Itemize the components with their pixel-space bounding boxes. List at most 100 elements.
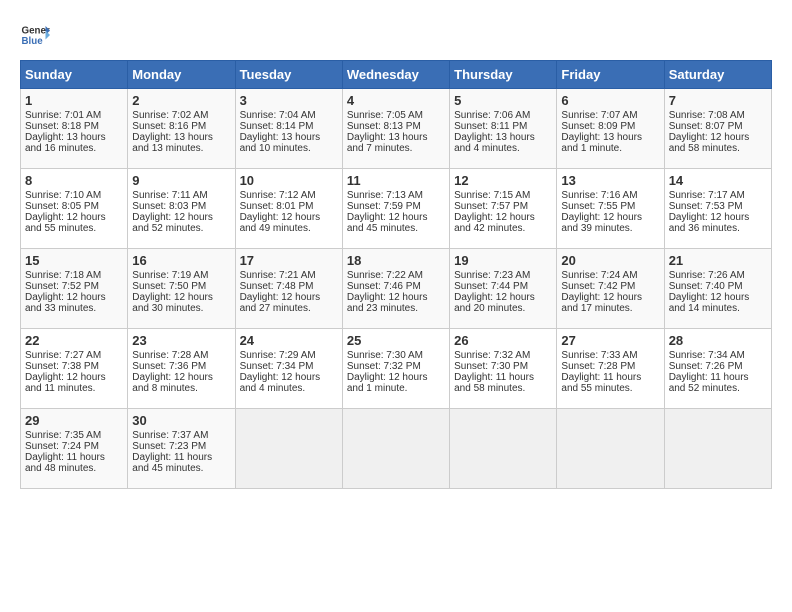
day-number: 25 xyxy=(347,333,445,348)
sunset: Sunset: 7:34 PM xyxy=(240,361,314,372)
day-number: 8 xyxy=(25,173,123,188)
calendar-cell xyxy=(664,409,771,489)
calendar-week-3: 15Sunrise: 7:18 AMSunset: 7:52 PMDayligh… xyxy=(21,249,772,329)
calendar-cell: 27Sunrise: 7:33 AMSunset: 7:28 PMDayligh… xyxy=(557,329,664,409)
calendar-cell: 6Sunrise: 7:07 AMSunset: 8:09 PMDaylight… xyxy=(557,89,664,169)
day-number: 16 xyxy=(132,253,230,268)
sunrise: Sunrise: 7:27 AM xyxy=(25,350,101,361)
sunrise: Sunrise: 7:16 AM xyxy=(561,190,637,201)
sunset: Sunset: 7:36 PM xyxy=(132,361,206,372)
day-number: 26 xyxy=(454,333,552,348)
day-number: 30 xyxy=(132,413,230,428)
day-number: 27 xyxy=(561,333,659,348)
sunset: Sunset: 8:05 PM xyxy=(25,201,99,212)
daylight-label: Daylight: 13 hours and 10 minutes. xyxy=(240,132,321,154)
day-number: 20 xyxy=(561,253,659,268)
sunset: Sunset: 8:03 PM xyxy=(132,201,206,212)
sunrise: Sunrise: 7:08 AM xyxy=(669,110,745,121)
calendar-cell: 1Sunrise: 7:01 AMSunset: 8:18 PMDaylight… xyxy=(21,89,128,169)
sunset: Sunset: 7:50 PM xyxy=(132,281,206,292)
logo-icon: General Blue xyxy=(20,20,50,50)
day-number: 22 xyxy=(25,333,123,348)
sunrise: Sunrise: 7:13 AM xyxy=(347,190,423,201)
calendar-week-5: 29Sunrise: 7:35 AMSunset: 7:24 PMDayligh… xyxy=(21,409,772,489)
calendar-cell: 25Sunrise: 7:30 AMSunset: 7:32 PMDayligh… xyxy=(342,329,449,409)
sunset: Sunset: 8:14 PM xyxy=(240,121,314,132)
sunset: Sunset: 7:32 PM xyxy=(347,361,421,372)
calendar-cell: 5Sunrise: 7:06 AMSunset: 8:11 PMDaylight… xyxy=(450,89,557,169)
sunset: Sunset: 8:11 PM xyxy=(454,121,527,132)
day-header-wednesday: Wednesday xyxy=(342,61,449,89)
day-header-saturday: Saturday xyxy=(664,61,771,89)
daylight-label: Daylight: 12 hours and 36 minutes. xyxy=(669,212,750,234)
calendar-cell: 24Sunrise: 7:29 AMSunset: 7:34 PMDayligh… xyxy=(235,329,342,409)
sunset: Sunset: 8:07 PM xyxy=(669,121,743,132)
sunrise: Sunrise: 7:30 AM xyxy=(347,350,423,361)
sunset: Sunset: 8:01 PM xyxy=(240,201,314,212)
sunset: Sunset: 7:44 PM xyxy=(454,281,528,292)
page-header: General Blue xyxy=(20,20,772,50)
daylight-label: Daylight: 12 hours and 23 minutes. xyxy=(347,292,428,314)
day-header-friday: Friday xyxy=(557,61,664,89)
sunset: Sunset: 8:18 PM xyxy=(25,121,99,132)
day-number: 10 xyxy=(240,173,338,188)
sunrise: Sunrise: 7:35 AM xyxy=(25,430,101,441)
day-number: 17 xyxy=(240,253,338,268)
day-number: 12 xyxy=(454,173,552,188)
sunrise: Sunrise: 7:15 AM xyxy=(454,190,530,201)
sunrise: Sunrise: 7:19 AM xyxy=(132,270,208,281)
day-number: 4 xyxy=(347,93,445,108)
calendar-cell: 16Sunrise: 7:19 AMSunset: 7:50 PMDayligh… xyxy=(128,249,235,329)
day-number: 6 xyxy=(561,93,659,108)
day-number: 9 xyxy=(132,173,230,188)
daylight-label: Daylight: 13 hours and 13 minutes. xyxy=(132,132,213,154)
sunrise: Sunrise: 7:21 AM xyxy=(240,270,316,281)
daylight-label: Daylight: 13 hours and 1 minute. xyxy=(561,132,642,154)
calendar-cell: 18Sunrise: 7:22 AMSunset: 7:46 PMDayligh… xyxy=(342,249,449,329)
sunset: Sunset: 7:46 PM xyxy=(347,281,421,292)
day-number: 21 xyxy=(669,253,767,268)
daylight-label: Daylight: 11 hours and 45 minutes. xyxy=(132,452,212,474)
calendar-cell: 17Sunrise: 7:21 AMSunset: 7:48 PMDayligh… xyxy=(235,249,342,329)
sunset: Sunset: 7:30 PM xyxy=(454,361,528,372)
daylight-label: Daylight: 12 hours and 4 minutes. xyxy=(240,372,321,394)
calendar-cell: 4Sunrise: 7:05 AMSunset: 8:13 PMDaylight… xyxy=(342,89,449,169)
calendar-cell: 29Sunrise: 7:35 AMSunset: 7:24 PMDayligh… xyxy=(21,409,128,489)
day-number: 2 xyxy=(132,93,230,108)
sunset: Sunset: 7:59 PM xyxy=(347,201,421,212)
calendar-cell: 8Sunrise: 7:10 AMSunset: 8:05 PMDaylight… xyxy=(21,169,128,249)
sunrise: Sunrise: 7:02 AM xyxy=(132,110,208,121)
sunrise: Sunrise: 7:23 AM xyxy=(454,270,530,281)
sunrise: Sunrise: 7:33 AM xyxy=(561,350,637,361)
calendar-cell: 28Sunrise: 7:34 AMSunset: 7:26 PMDayligh… xyxy=(664,329,771,409)
sunset: Sunset: 7:26 PM xyxy=(669,361,743,372)
day-number: 13 xyxy=(561,173,659,188)
daylight-label: Daylight: 12 hours and 11 minutes. xyxy=(25,372,106,394)
calendar-cell: 15Sunrise: 7:18 AMSunset: 7:52 PMDayligh… xyxy=(21,249,128,329)
sunrise: Sunrise: 7:18 AM xyxy=(25,270,101,281)
day-number: 3 xyxy=(240,93,338,108)
daylight-label: Daylight: 11 hours and 52 minutes. xyxy=(669,372,749,394)
calendar-cell: 7Sunrise: 7:08 AMSunset: 8:07 PMDaylight… xyxy=(664,89,771,169)
sunrise: Sunrise: 7:28 AM xyxy=(132,350,208,361)
daylight-label: Daylight: 12 hours and 39 minutes. xyxy=(561,212,642,234)
sunrise: Sunrise: 7:01 AM xyxy=(25,110,101,121)
sunset: Sunset: 7:48 PM xyxy=(240,281,314,292)
sunset: Sunset: 7:57 PM xyxy=(454,201,528,212)
day-number: 15 xyxy=(25,253,123,268)
calendar-cell xyxy=(557,409,664,489)
calendar-cell: 22Sunrise: 7:27 AMSunset: 7:38 PMDayligh… xyxy=(21,329,128,409)
sunrise: Sunrise: 7:24 AM xyxy=(561,270,637,281)
daylight-label: Daylight: 12 hours and 8 minutes. xyxy=(132,372,213,394)
sunrise: Sunrise: 7:12 AM xyxy=(240,190,316,201)
daylight-label: Daylight: 12 hours and 17 minutes. xyxy=(561,292,642,314)
calendar-cell: 30Sunrise: 7:37 AMSunset: 7:23 PMDayligh… xyxy=(128,409,235,489)
calendar-cell: 20Sunrise: 7:24 AMSunset: 7:42 PMDayligh… xyxy=(557,249,664,329)
calendar-cell: 10Sunrise: 7:12 AMSunset: 8:01 PMDayligh… xyxy=(235,169,342,249)
daylight-label: Daylight: 12 hours and 42 minutes. xyxy=(454,212,535,234)
sunset: Sunset: 8:09 PM xyxy=(561,121,635,132)
calendar-cell: 23Sunrise: 7:28 AMSunset: 7:36 PMDayligh… xyxy=(128,329,235,409)
calendar-week-2: 8Sunrise: 7:10 AMSunset: 8:05 PMDaylight… xyxy=(21,169,772,249)
sunset: Sunset: 8:13 PM xyxy=(347,121,421,132)
daylight-label: Daylight: 12 hours and 55 minutes. xyxy=(25,212,106,234)
